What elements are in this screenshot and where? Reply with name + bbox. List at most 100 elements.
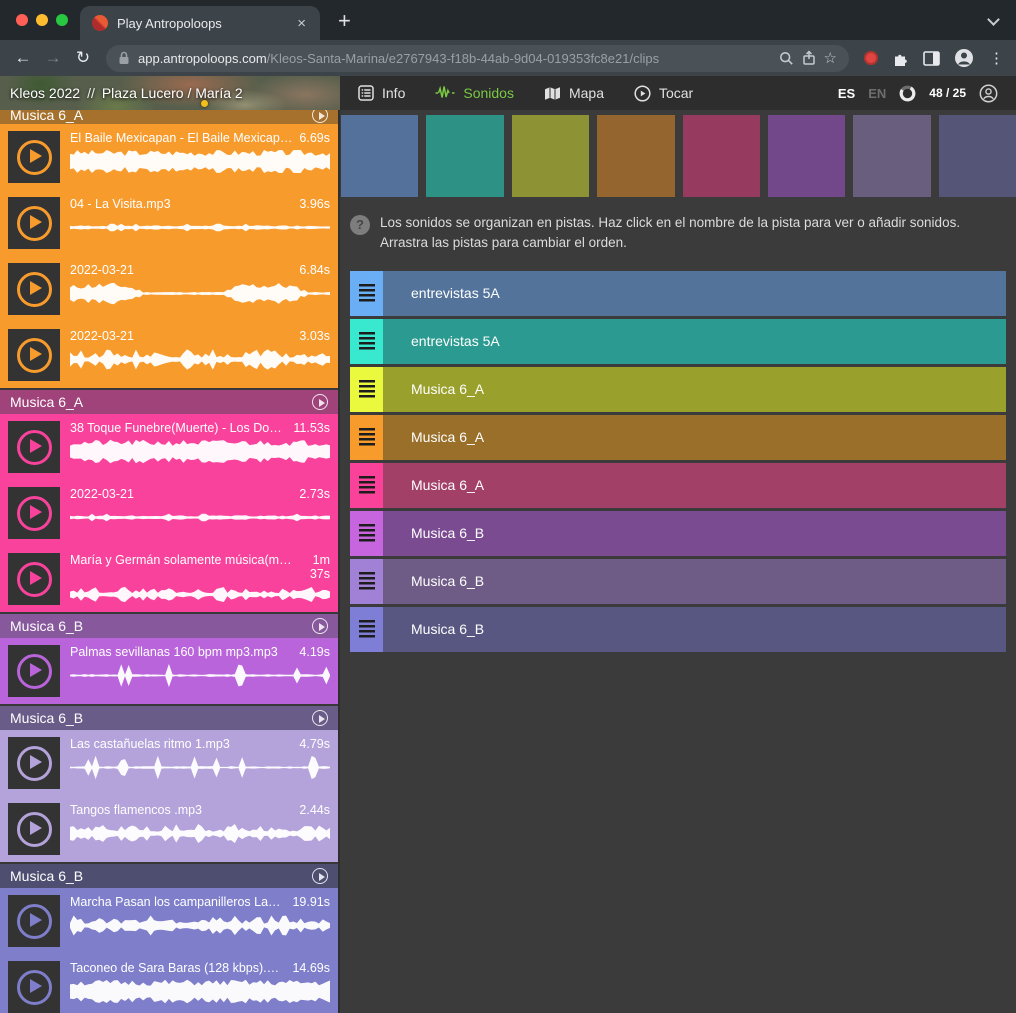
track-row[interactable]: Musica 6_A xyxy=(350,415,1006,460)
track-row[interactable]: Musica 6_A xyxy=(350,367,1006,412)
clip-play-icon[interactable] xyxy=(17,746,52,781)
tab-close-icon[interactable]: × xyxy=(295,15,308,32)
breadcrumb-project[interactable]: Kleos 2022 xyxy=(10,85,80,101)
browser-tab[interactable]: Play Antropoloops × xyxy=(80,6,320,40)
clip-thumb[interactable] xyxy=(8,553,60,605)
clip-play-icon[interactable] xyxy=(17,496,52,531)
section-play-icon[interactable] xyxy=(312,618,328,634)
drag-handle[interactable] xyxy=(350,559,383,604)
side-panel-icon[interactable] xyxy=(923,51,940,66)
breadcrumb[interactable]: Kleos 2022 // Plaza Lucero / María 2 xyxy=(0,76,340,110)
clip-thumb[interactable] xyxy=(8,329,60,381)
clip-row[interactable]: Palmas sevillanas 160 bpm mp3.mp34.19s xyxy=(0,638,338,704)
color-swatch[interactable] xyxy=(768,115,845,197)
drag-handle[interactable] xyxy=(350,271,383,316)
clip-row[interactable]: Marcha Pasan los campanilleros Las Mejor… xyxy=(0,888,338,954)
track-name-button[interactable]: entrevistas 5A xyxy=(383,271,1006,316)
new-tab-button[interactable]: + xyxy=(338,8,351,34)
clip-thumb[interactable] xyxy=(8,803,60,855)
section-play-icon[interactable] xyxy=(312,868,328,884)
address-bar[interactable]: app.antropoloops.com/Kleos-Santa-Marina/… xyxy=(106,45,849,72)
clip-play-icon[interactable] xyxy=(17,812,52,847)
track-row[interactable]: entrevistas 5A xyxy=(350,319,1006,364)
clips-sidebar[interactable]: Musica 6_A El Baile Mexicapan - El Baile… xyxy=(0,110,340,1013)
drag-handle[interactable] xyxy=(350,319,383,364)
track-name-button[interactable]: Musica 6_B xyxy=(383,559,1006,604)
tab-tocar[interactable]: Tocar xyxy=(634,85,693,102)
section-header[interactable]: Musica 6_A xyxy=(0,390,338,414)
clip-row[interactable]: 2022-03-213.03s xyxy=(0,322,338,388)
clip-play-icon[interactable] xyxy=(17,272,52,307)
track-name-button[interactable]: Musica 6_B xyxy=(383,511,1006,556)
clip-play-icon[interactable] xyxy=(17,206,52,241)
clip-thumb[interactable] xyxy=(8,421,60,473)
forward-button[interactable]: → xyxy=(38,48,68,68)
track-name-button[interactable]: Musica 6_B xyxy=(383,607,1006,652)
minimize-window-button[interactable] xyxy=(36,14,48,26)
clip-thumb[interactable] xyxy=(8,487,60,539)
clip-play-icon[interactable] xyxy=(17,654,52,689)
color-swatch[interactable] xyxy=(853,115,930,197)
reload-button[interactable]: ↻ xyxy=(68,48,98,68)
track-name-button[interactable]: Musica 6_A xyxy=(383,415,1006,460)
tab-search-chevron-icon[interactable] xyxy=(987,13,1000,26)
section-header[interactable]: Musica 6_B xyxy=(0,706,338,730)
clip-row[interactable]: 2022-03-216.84s xyxy=(0,256,338,322)
clip-thumb[interactable] xyxy=(8,263,60,315)
section-header[interactable]: Musica 6_A xyxy=(0,110,338,124)
track-row[interactable]: Musica 6_B xyxy=(350,607,1006,652)
clip-row[interactable]: Las castañuelas ritmo 1.mp34.79s xyxy=(0,730,338,796)
track-name-button[interactable]: Musica 6_A xyxy=(383,463,1006,508)
color-swatch[interactable] xyxy=(597,115,674,197)
section-play-icon[interactable] xyxy=(312,110,328,123)
section-play-icon[interactable] xyxy=(312,394,328,410)
track-name-button[interactable]: Musica 6_A xyxy=(383,367,1006,412)
track-row[interactable]: entrevistas 5A xyxy=(350,271,1006,316)
clip-play-icon[interactable] xyxy=(17,140,52,175)
clip-play-icon[interactable] xyxy=(17,562,52,597)
color-swatch[interactable] xyxy=(426,115,503,197)
color-swatch[interactable] xyxy=(939,115,1016,197)
color-swatch[interactable] xyxy=(512,115,589,197)
clip-row[interactable]: 38 Toque Funebre(Muerte) - Los Doce Par.… xyxy=(0,414,338,480)
record-indicator-icon[interactable] xyxy=(864,51,878,65)
clip-row[interactable]: María y Germán solamente música(maría 2.… xyxy=(0,546,338,612)
clip-play-icon[interactable] xyxy=(17,970,52,1005)
drag-handle[interactable] xyxy=(350,511,383,556)
tab-mapa[interactable]: Mapa xyxy=(544,85,604,101)
clip-play-icon[interactable] xyxy=(17,338,52,373)
zoom-search-icon[interactable] xyxy=(779,51,794,66)
clip-row[interactable]: El Baile Mexicapan - El Baile Mexicapan.… xyxy=(0,124,338,190)
zoom-window-button[interactable] xyxy=(56,14,68,26)
profile-avatar-icon[interactable] xyxy=(954,48,974,68)
track-row[interactable]: Musica 6_A xyxy=(350,463,1006,508)
clip-thumb[interactable] xyxy=(8,645,60,697)
section-header[interactable]: Musica 6_B xyxy=(0,614,338,638)
lang-es-button[interactable]: ES xyxy=(838,86,855,101)
color-swatch[interactable] xyxy=(683,115,760,197)
track-name-button[interactable]: entrevistas 5A xyxy=(383,319,1006,364)
account-icon[interactable] xyxy=(979,84,998,103)
drag-handle[interactable] xyxy=(350,463,383,508)
tab-info[interactable]: Info xyxy=(358,85,405,101)
bookmark-star-icon[interactable]: ☆ xyxy=(824,49,837,67)
section-header[interactable]: Musica 6_B xyxy=(0,864,338,888)
breadcrumb-page[interactable]: Plaza Lucero / María 2 xyxy=(102,85,243,101)
lang-en-button[interactable]: EN xyxy=(868,86,886,101)
extensions-puzzle-icon[interactable] xyxy=(892,50,909,67)
section-play-icon[interactable] xyxy=(312,710,328,726)
drag-handle[interactable] xyxy=(350,367,383,412)
clip-thumb[interactable] xyxy=(8,961,60,1013)
clip-play-icon[interactable] xyxy=(17,430,52,465)
track-row[interactable]: Musica 6_B xyxy=(350,559,1006,604)
browser-menu-icon[interactable]: ⋮ xyxy=(989,49,1004,67)
track-row[interactable]: Musica 6_B xyxy=(350,511,1006,556)
drag-handle[interactable] xyxy=(350,607,383,652)
color-swatch[interactable] xyxy=(341,115,418,197)
clip-row[interactable]: 04 - La Visita.mp33.96s xyxy=(0,190,338,256)
clip-thumb[interactable] xyxy=(8,895,60,947)
tab-sonidos[interactable]: Sonidos xyxy=(435,85,514,101)
drag-handle[interactable] xyxy=(350,415,383,460)
clip-row[interactable]: Taconeo de Sara Baras (128 kbps).mp314.6… xyxy=(0,954,338,1013)
share-icon[interactable] xyxy=(802,50,816,66)
